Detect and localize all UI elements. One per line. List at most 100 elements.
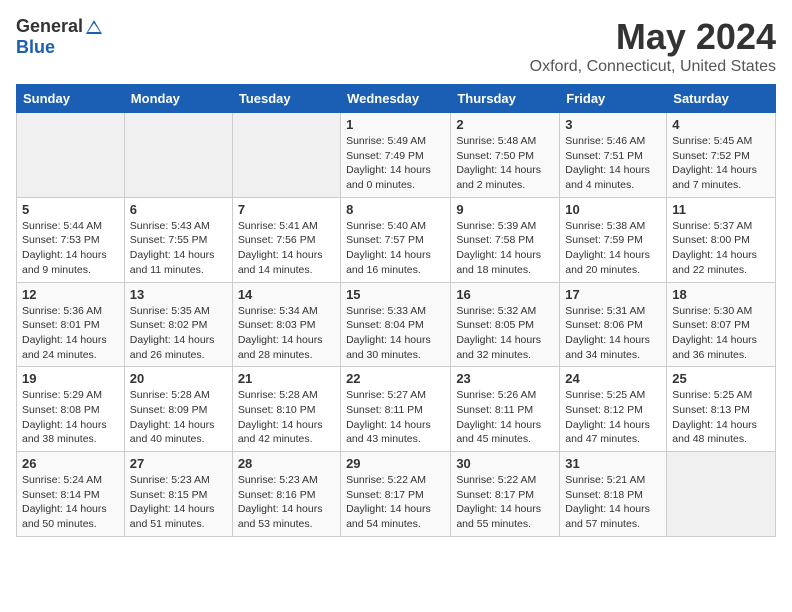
calendar-cell: 14Sunrise: 5:34 AMSunset: 8:03 PMDayligh…: [232, 282, 340, 367]
cell-content: Sunrise: 5:38 AM: [565, 219, 661, 234]
day-number: 23: [456, 371, 554, 386]
cell-content: Sunrise: 5:26 AM: [456, 388, 554, 403]
header-cell-thursday: Thursday: [451, 85, 560, 113]
cell-content: Sunset: 7:51 PM: [565, 149, 661, 164]
day-number: 4: [672, 117, 770, 132]
header: General Blue May 2024 Oxford, Connecticu…: [16, 16, 776, 76]
logo-triangle-icon: [85, 18, 103, 36]
cell-content: Sunrise: 5:41 AM: [238, 219, 335, 234]
calendar-cell: 27Sunrise: 5:23 AMSunset: 8:15 PMDayligh…: [124, 452, 232, 537]
calendar-cell: 17Sunrise: 5:31 AMSunset: 8:06 PMDayligh…: [560, 282, 667, 367]
cell-content: Sunset: 8:12 PM: [565, 403, 661, 418]
cell-content: Daylight: 14 hours and 16 minutes.: [346, 248, 445, 277]
cell-content: Sunset: 7:58 PM: [456, 233, 554, 248]
calendar-cell: 7Sunrise: 5:41 AMSunset: 7:56 PMDaylight…: [232, 197, 340, 282]
calendar-cell: 13Sunrise: 5:35 AMSunset: 8:02 PMDayligh…: [124, 282, 232, 367]
day-number: 24: [565, 371, 661, 386]
day-number: 6: [130, 202, 227, 217]
cell-content: Daylight: 14 hours and 7 minutes.: [672, 163, 770, 192]
cell-content: Sunrise: 5:40 AM: [346, 219, 445, 234]
calendar-cell: 1Sunrise: 5:49 AMSunset: 7:49 PMDaylight…: [341, 113, 451, 198]
cell-content: Sunset: 8:09 PM: [130, 403, 227, 418]
cell-content: Sunset: 8:07 PM: [672, 318, 770, 333]
cell-content: Daylight: 14 hours and 54 minutes.: [346, 502, 445, 531]
cell-content: Sunrise: 5:49 AM: [346, 134, 445, 149]
cell-content: Sunset: 8:10 PM: [238, 403, 335, 418]
logo-general: General: [16, 16, 83, 37]
cell-content: Sunrise: 5:28 AM: [130, 388, 227, 403]
cell-content: Sunset: 8:14 PM: [22, 488, 119, 503]
cell-content: Sunrise: 5:32 AM: [456, 304, 554, 319]
cell-content: Daylight: 14 hours and 28 minutes.: [238, 333, 335, 362]
calendar-cell: 15Sunrise: 5:33 AMSunset: 8:04 PMDayligh…: [341, 282, 451, 367]
calendar-cell: 22Sunrise: 5:27 AMSunset: 8:11 PMDayligh…: [341, 367, 451, 452]
day-number: 25: [672, 371, 770, 386]
day-number: 1: [346, 117, 445, 132]
cell-content: Sunset: 7:55 PM: [130, 233, 227, 248]
cell-content: Sunrise: 5:24 AM: [22, 473, 119, 488]
cell-content: Sunset: 8:05 PM: [456, 318, 554, 333]
cell-content: Daylight: 14 hours and 22 minutes.: [672, 248, 770, 277]
calendar-cell: 8Sunrise: 5:40 AMSunset: 7:57 PMDaylight…: [341, 197, 451, 282]
cell-content: Sunrise: 5:23 AM: [238, 473, 335, 488]
cell-content: Sunrise: 5:28 AM: [238, 388, 335, 403]
day-number: 31: [565, 456, 661, 471]
cell-content: Sunrise: 5:36 AM: [22, 304, 119, 319]
day-number: 17: [565, 287, 661, 302]
cell-content: Sunset: 8:03 PM: [238, 318, 335, 333]
title-area: May 2024 Oxford, Connecticut, United Sta…: [530, 16, 776, 76]
day-number: 2: [456, 117, 554, 132]
calendar-cell: 11Sunrise: 5:37 AMSunset: 8:00 PMDayligh…: [667, 197, 776, 282]
calendar-cell: 30Sunrise: 5:22 AMSunset: 8:17 PMDayligh…: [451, 452, 560, 537]
cell-content: Daylight: 14 hours and 9 minutes.: [22, 248, 119, 277]
week-row-5: 26 Sunrise: 5:24 AMSunset: 8:14 PM Dayligh…: [17, 452, 776, 537]
calendar-cell: 20Sunrise: 5:28 AMSunset: 8:09 PMDayligh…: [124, 367, 232, 452]
cell-content: Daylight: 14 hours and 26 minutes.: [130, 333, 227, 362]
cell-content: Daylight: 14 hours and 11 minutes.: [130, 248, 227, 277]
cell-content: Daylight: 14 hours and 47 minutes.: [565, 418, 661, 447]
day-number: 7: [238, 202, 335, 217]
header-cell-friday: Friday: [560, 85, 667, 113]
cell-content: Sunrise: 5:37 AM: [672, 219, 770, 234]
day-number: 26: [22, 456, 119, 471]
cell-content: Daylight: 14 hours and 2 minutes.: [456, 163, 554, 192]
day-number: 16: [456, 287, 554, 302]
cell-content: Sunset: 8:02 PM: [130, 318, 227, 333]
cell-content: Daylight: 14 hours and 20 minutes.: [565, 248, 661, 277]
header-cell-sunday: Sunday: [17, 85, 125, 113]
cell-content: Daylight: 14 hours and 32 minutes.: [456, 333, 554, 362]
logo: General Blue: [16, 16, 103, 58]
cell-content: Sunset: 7:53 PM: [22, 233, 119, 248]
day-number: 18: [672, 287, 770, 302]
day-number: 5: [22, 202, 119, 217]
calendar-cell: [667, 452, 776, 537]
cell-content: Daylight: 14 hours and 18 minutes.: [456, 248, 554, 277]
cell-content: Sunset: 7:50 PM: [456, 149, 554, 164]
week-row-3: 12Sunrise: 5:36 AMSunset: 8:01 PMDayligh…: [17, 282, 776, 367]
cell-content: Sunrise: 5:43 AM: [130, 219, 227, 234]
calendar-cell: 19Sunrise: 5:29 AMSunset: 8:08 PMDayligh…: [17, 367, 125, 452]
calendar-cell: 2Sunrise: 5:48 AMSunset: 7:50 PMDaylight…: [451, 113, 560, 198]
header-cell-wednesday: Wednesday: [341, 85, 451, 113]
cell-content: Sunset: 8:06 PM: [565, 318, 661, 333]
cell-content: Daylight: 14 hours and 42 minutes.: [238, 418, 335, 447]
header-cell-saturday: Saturday: [667, 85, 776, 113]
cell-content: Sunset: 7:57 PM: [346, 233, 445, 248]
day-number: 28: [238, 456, 335, 471]
cell-content: Sunrise: 5:22 AM: [456, 473, 554, 488]
cell-content: Sunset: 7:49 PM: [346, 149, 445, 164]
calendar-cell: 24Sunrise: 5:25 AMSunset: 8:12 PMDayligh…: [560, 367, 667, 452]
calendar-cell: [124, 113, 232, 198]
cell-content: Sunrise: 5:23 AM: [130, 473, 227, 488]
calendar-cell: 5 Sunrise: 5:44 AMSunset: 7:53 PMDaylight…: [17, 197, 125, 282]
cell-content: Sunset: 8:11 PM: [346, 403, 445, 418]
cell-content: Sunrise: 5:44 AM: [22, 219, 119, 234]
calendar-cell: 6 Sunrise: 5:43 AMSunset: 7:55 PMDaylight…: [124, 197, 232, 282]
cell-content: Daylight: 14 hours and 24 minutes.: [22, 333, 119, 362]
cell-content: Sunset: 7:52 PM: [672, 149, 770, 164]
logo-blue: Blue: [16, 37, 55, 58]
cell-content: Sunrise: 5:39 AM: [456, 219, 554, 234]
week-row-4: 19Sunrise: 5:29 AMSunset: 8:08 PMDayligh…: [17, 367, 776, 452]
day-number: 10: [565, 202, 661, 217]
cell-content: Sunset: 8:16 PM: [238, 488, 335, 503]
